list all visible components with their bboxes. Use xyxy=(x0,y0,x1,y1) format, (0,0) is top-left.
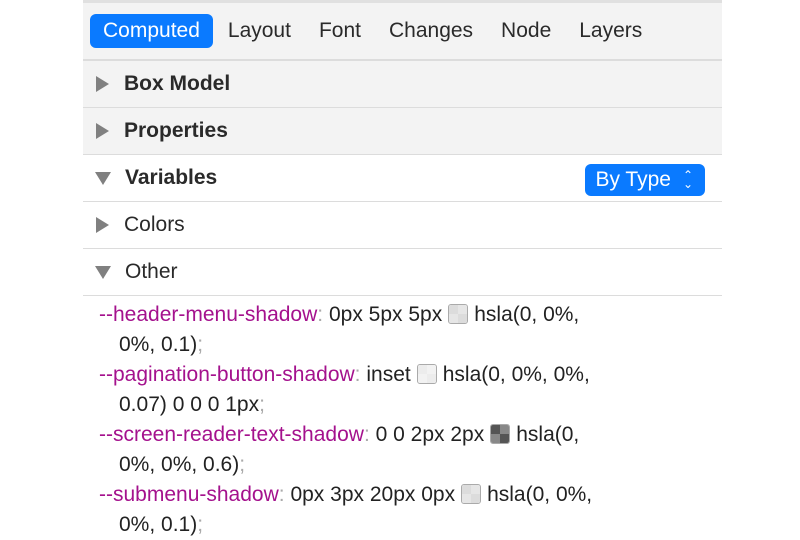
variable-declaration-continued: 0%, 0%, 0.6); xyxy=(83,450,722,480)
variable-declaration: --screen-reader-text-shadow: 0 0 2px 2px… xyxy=(83,420,722,450)
disclosure-right-icon[interactable] xyxy=(96,217,109,233)
disclosure-right-icon[interactable] xyxy=(96,76,109,92)
variable-declaration: --submenu-shadow: 0px 3px 20px 0px hsla(0… xyxy=(83,480,722,510)
variable-name[interactable]: --header-menu-shadow xyxy=(99,303,317,326)
section-box-model[interactable]: Box Model xyxy=(83,61,722,108)
group-by-label: By Type xyxy=(595,168,671,191)
disclosure-down-icon[interactable] xyxy=(95,265,111,279)
variable-value[interactable]: hsla(0, xyxy=(516,423,579,446)
variable-value[interactable]: 0px 3px 20px 0px xyxy=(290,483,455,506)
variable-value[interactable]: 0px 5px 5px xyxy=(329,303,442,326)
variable-value[interactable]: hsla(0, 0%, xyxy=(474,303,579,326)
section-variables[interactable]: Variables By Type ⌃ ⌄ xyxy=(83,155,722,202)
variable-declaration: --header-menu-shadow: 0px 5px 5px hsla(0,… xyxy=(83,300,722,330)
variable-value[interactable]: hsla(0, 0%, xyxy=(487,483,592,506)
variable-name[interactable]: --screen-reader-text-shadow xyxy=(99,423,364,446)
color-swatch-icon[interactable] xyxy=(416,364,437,384)
section-title: Properties xyxy=(124,119,228,142)
section-properties[interactable]: Properties xyxy=(83,108,722,155)
variable-value[interactable]: 0%, 0.1) xyxy=(119,333,197,356)
colon: : xyxy=(278,483,285,506)
color-swatch-icon[interactable] xyxy=(461,484,482,504)
variable-value[interactable]: 0 0 2px 2px xyxy=(376,423,485,446)
section-title: Other xyxy=(125,260,178,283)
variable-declaration: --pagination-button-shadow: inset hsla(0,… xyxy=(83,360,722,390)
tab-changes[interactable]: Changes xyxy=(376,14,486,48)
section-title: Colors xyxy=(124,213,185,236)
semicolon: ; xyxy=(197,333,204,356)
tab-layout[interactable]: Layout xyxy=(215,14,304,48)
variable-value[interactable]: 0%, 0%, 0.6) xyxy=(119,453,239,476)
up-down-chevron-icon: ⌃ ⌄ xyxy=(682,168,693,191)
tab-layers[interactable]: Layers xyxy=(566,14,655,48)
variable-value[interactable]: inset xyxy=(366,363,410,386)
variable-name[interactable]: --pagination-button-shadow xyxy=(99,363,355,386)
disclosure-down-icon[interactable] xyxy=(95,171,111,185)
disclosure-right-icon[interactable] xyxy=(96,123,109,139)
variable-value[interactable]: 0.07) 0 0 0 1px xyxy=(119,393,259,416)
semicolon: ; xyxy=(239,453,246,476)
variable-value[interactable]: hsla(0, 0%, 0%, xyxy=(443,363,590,386)
variable-list: --header-menu-shadow: 0px 5px 5px hsla(0,… xyxy=(83,296,722,540)
colon: : xyxy=(363,423,370,446)
section-other[interactable]: Other xyxy=(83,249,722,296)
computed-styles-panel: Computed Layout Font Changes Node Layers… xyxy=(83,0,722,536)
variable-declaration-continued: 0%, 0.1); xyxy=(83,510,722,540)
tab-bar: Computed Layout Font Changes Node Layers xyxy=(83,3,722,61)
variable-declaration-continued: 0%, 0.1); xyxy=(83,330,722,360)
tab-node[interactable]: Node xyxy=(488,14,564,48)
section-title: Variables xyxy=(125,166,218,189)
color-swatch-icon[interactable] xyxy=(448,304,469,324)
section-title: Box Model xyxy=(124,72,231,95)
colon: : xyxy=(354,363,361,386)
color-swatch-icon[interactable] xyxy=(490,424,511,444)
group-by-select[interactable]: By Type ⌃ ⌄ xyxy=(585,164,705,196)
variable-name[interactable]: --submenu-shadow xyxy=(99,483,279,506)
variable-declaration-continued: 0.07) 0 0 0 1px; xyxy=(83,390,722,420)
tab-font[interactable]: Font xyxy=(306,14,374,48)
semicolon: ; xyxy=(259,393,265,416)
tab-computed[interactable]: Computed xyxy=(90,14,213,48)
colon: : xyxy=(317,303,324,326)
section-colors[interactable]: Colors xyxy=(83,202,722,249)
